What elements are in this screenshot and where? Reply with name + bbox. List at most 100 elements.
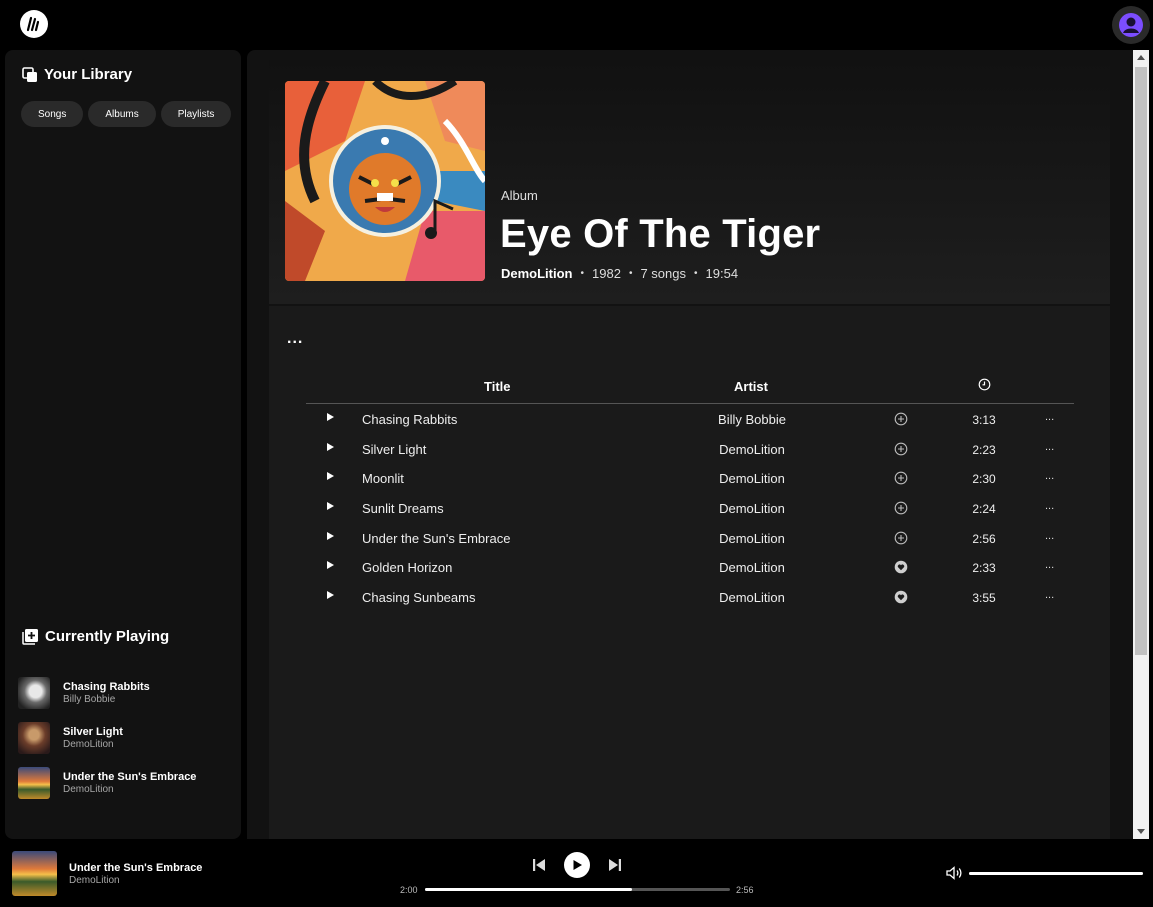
track-duration: 2:30 <box>972 472 996 487</box>
album-song-count: 7 songs <box>640 266 686 281</box>
playback-progress-bar[interactable] <box>425 888 730 891</box>
track-options-button[interactable]: ... <box>1045 559 1054 571</box>
separator-dot: • <box>694 268 698 279</box>
track-play-icon[interactable] <box>325 560 335 570</box>
volume-slider[interactable] <box>969 872 1143 875</box>
album-artist-link[interactable]: DemoLition <box>501 266 573 281</box>
track-options-button[interactable]: ... <box>1045 530 1054 542</box>
previous-track-icon[interactable] <box>532 858 546 872</box>
track-artist[interactable]: DemoLition <box>697 531 807 546</box>
filter-songs[interactable]: Songs <box>21 101 84 127</box>
track-table: Title Artist Chasing Rabbits Billy Bobbie… <box>306 370 1074 612</box>
album-duration: 19:54 <box>705 266 739 281</box>
main-scrollbar[interactable] <box>1133 50 1149 839</box>
album-title: Eye Of The Tiger <box>500 212 821 256</box>
track-options-button[interactable]: ... <box>1045 470 1054 482</box>
table-row[interactable]: Under the Sun's Embrace DemoLition 2:56... <box>306 523 1074 553</box>
logo-icon <box>26 16 40 32</box>
queue-item[interactable]: Silver Light DemoLition <box>18 715 238 760</box>
queue-item-title: Under the Sun's Embrace <box>63 770 197 783</box>
track-title[interactable]: Golden Horizon <box>362 560 452 575</box>
column-artist: Artist <box>734 379 768 394</box>
track-play-icon[interactable] <box>325 590 335 600</box>
track-title[interactable]: Chasing Rabbits <box>362 412 457 427</box>
track-section: ... Title Artist Chasing Rabbits Billy Bo… <box>269 306 1110 839</box>
liked-heart-icon[interactable] <box>894 590 908 609</box>
track-title[interactable]: Chasing Sunbeams <box>362 590 475 605</box>
table-row[interactable]: Chasing Sunbeams DemoLition 3:55... <box>306 582 1074 612</box>
track-duration: 2:24 <box>972 502 996 517</box>
clock-icon <box>978 378 991 391</box>
table-row[interactable]: Chasing Rabbits Billy Bobbie 3:13... <box>306 404 1074 434</box>
track-title[interactable]: Under the Sun's Embrace <box>362 531 510 546</box>
volume-icon[interactable] <box>946 866 964 880</box>
library-header: Your Library <box>22 66 132 83</box>
queue-item[interactable]: Chasing Rabbits Billy Bobbie <box>18 670 238 715</box>
scrollbar-thumb[interactable] <box>1135 67 1147 655</box>
album-header: Album Eye Of The Tiger DemoLition • 1982… <box>269 60 1110 304</box>
add-to-library-icon[interactable] <box>894 412 908 431</box>
track-artist[interactable]: DemoLition <box>697 560 807 575</box>
track-play-icon[interactable] <box>325 412 335 422</box>
queue-add-icon <box>22 629 38 645</box>
queue-item-title: Silver Light <box>63 725 123 738</box>
track-artist[interactable]: DemoLition <box>697 590 807 605</box>
now-playing-artist[interactable]: DemoLition <box>69 875 120 886</box>
top-bar <box>0 0 1153 48</box>
track-play-icon[interactable] <box>325 442 335 452</box>
queue-item-artist: DemoLition <box>63 783 114 795</box>
track-play-icon[interactable] <box>325 501 335 511</box>
add-to-library-icon[interactable] <box>894 471 908 490</box>
track-title[interactable]: Moonlit <box>362 471 404 486</box>
filter-playlists[interactable]: Playlists <box>160 101 232 127</box>
track-artist[interactable]: DemoLition <box>697 501 807 516</box>
now-playing-thumbnail <box>12 851 57 896</box>
next-track-icon[interactable] <box>608 858 622 872</box>
track-title[interactable]: Silver Light <box>362 442 426 457</box>
play-button[interactable] <box>564 852 590 878</box>
currently-playing-title: Currently Playing <box>45 628 170 645</box>
scroll-down-arrow-icon[interactable] <box>1137 829 1145 834</box>
volume-slider-fill <box>969 872 1143 875</box>
filter-albums[interactable]: Albums <box>88 101 156 127</box>
library-filters: Songs Albums Playlists <box>21 101 232 127</box>
table-row[interactable]: Sunlit Dreams DemoLition 2:24... <box>306 493 1074 523</box>
queue-item[interactable]: Under the Sun's Embrace DemoLition <box>18 760 238 805</box>
track-options-button[interactable]: ... <box>1045 589 1054 601</box>
track-options-button[interactable]: ... <box>1045 411 1054 423</box>
user-avatar-icon <box>1119 13 1143 37</box>
main-content: Album Eye Of The Tiger DemoLition • 1982… <box>247 50 1133 839</box>
current-time: 2:00 <box>400 885 418 895</box>
track-title[interactable]: Sunlit Dreams <box>362 501 444 516</box>
queue-item-artist: Billy Bobbie <box>63 693 116 705</box>
add-to-library-icon[interactable] <box>894 531 908 550</box>
separator-dot: • <box>580 268 585 279</box>
queue-item-artist: DemoLition <box>63 738 114 750</box>
track-artist[interactable]: Billy Bobbie <box>697 412 807 427</box>
liked-heart-icon[interactable] <box>894 560 908 579</box>
now-playing-title[interactable]: Under the Sun's Embrace <box>69 862 202 874</box>
table-row[interactable]: Silver Light DemoLition 2:23... <box>306 434 1074 464</box>
track-play-icon[interactable] <box>325 531 335 541</box>
track-artist[interactable]: DemoLition <box>697 442 807 457</box>
track-options-button[interactable]: ... <box>1045 500 1054 512</box>
track-options-button[interactable]: ... <box>1045 441 1054 453</box>
track-table-header: Title Artist <box>306 370 1074 404</box>
track-play-icon[interactable] <box>325 471 335 481</box>
album-cover-art <box>285 81 485 281</box>
track-thumbnail <box>18 676 50 709</box>
album-more-options-button[interactable]: ... <box>287 330 303 348</box>
scroll-up-arrow-icon[interactable] <box>1137 55 1145 60</box>
queue-item-title: Chasing Rabbits <box>63 680 150 693</box>
user-avatar-button[interactable] <box>1112 6 1150 44</box>
app-logo[interactable] <box>20 10 48 38</box>
table-row[interactable]: Moonlit DemoLition 2:30... <box>306 463 1074 493</box>
table-row[interactable]: Golden Horizon DemoLition 2:33... <box>306 552 1074 582</box>
track-artist[interactable]: DemoLition <box>697 471 807 486</box>
add-to-library-icon[interactable] <box>894 501 908 520</box>
library-title: Your Library <box>44 66 133 83</box>
track-thumbnail <box>18 766 50 799</box>
currently-playing-list: Chasing Rabbits Billy Bobbie Silver Ligh… <box>18 670 238 805</box>
add-to-library-icon[interactable] <box>894 442 908 461</box>
total-time: 2:56 <box>736 885 754 895</box>
